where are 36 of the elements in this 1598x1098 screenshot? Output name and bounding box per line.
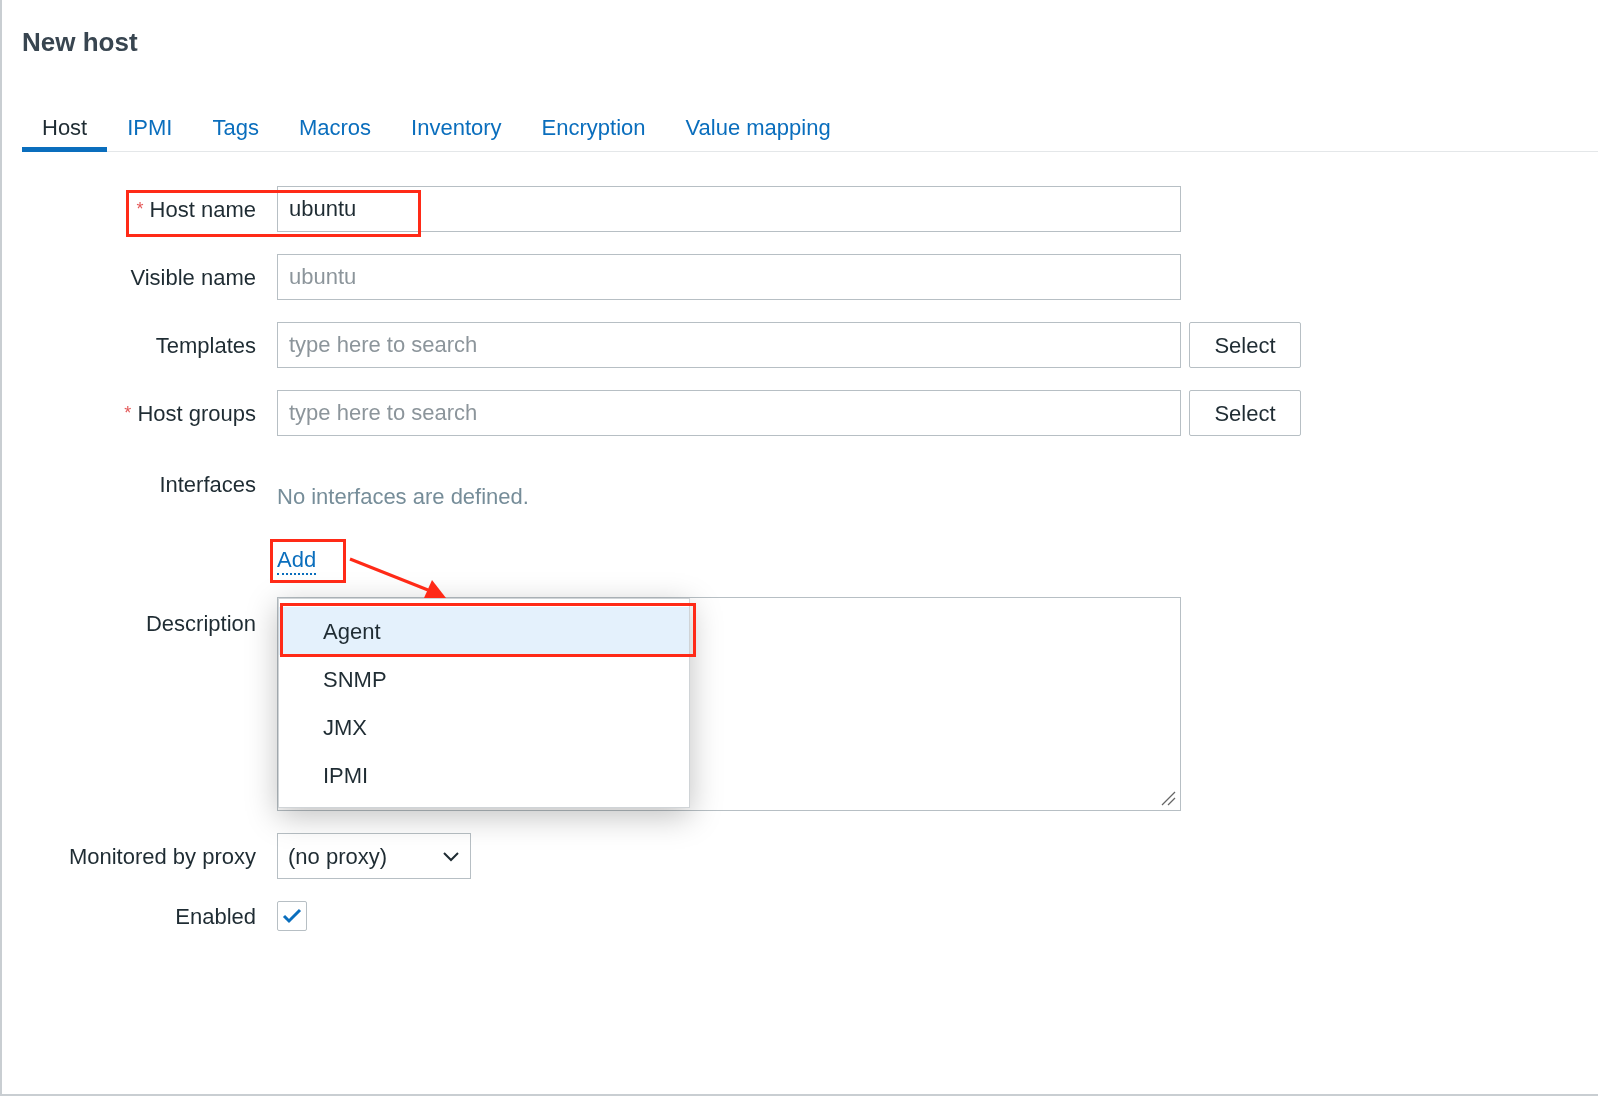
description-textarea[interactable] — [277, 597, 1181, 811]
tab[interactable]: IPMI — [107, 108, 193, 152]
text-input[interactable]: ubuntu — [277, 186, 1181, 232]
tab[interactable]: Value mapping — [665, 108, 851, 152]
field-label: Interfaces — [159, 471, 256, 499]
menu-item[interactable]: JMX — [279, 703, 689, 751]
required-asterisk: * — [136, 197, 144, 221]
field-label: Templates — [155, 331, 256, 360]
menu-item[interactable]: Agent — [279, 607, 689, 655]
required-asterisk: * — [124, 401, 132, 425]
field-label: Monitored by proxy — [68, 842, 256, 871]
tab[interactable]: Inventory — [391, 108, 522, 152]
empty-message: No interfaces are defined. — [277, 483, 529, 511]
chevron-down-icon — [442, 850, 460, 862]
text-input[interactable]: ubuntu — [277, 254, 1181, 300]
tab[interactable]: Macros — [278, 108, 392, 152]
add-link[interactable]: Add — [277, 547, 317, 575]
tab[interactable]: Tags — [192, 108, 279, 152]
menu-item[interactable]: SNMP — [279, 655, 689, 703]
tab[interactable]: Host — [22, 108, 108, 152]
select-button[interactable]: Select — [1189, 322, 1301, 368]
checkmark-icon — [282, 908, 302, 924]
field-label: Description — [145, 610, 256, 638]
field-label: Host name — [149, 195, 256, 224]
tab[interactable]: Encryption — [521, 108, 666, 152]
field-label: Visible name — [130, 263, 256, 292]
page-title: New host — [22, 26, 138, 58]
field-label: Host groups — [137, 399, 256, 428]
search-field[interactable]: type here to search — [277, 322, 1181, 368]
resize-handle-icon[interactable] — [1160, 790, 1176, 806]
enabled-checkbox[interactable] — [277, 901, 307, 931]
select-button[interactable]: Select — [1189, 390, 1301, 436]
field-label: Enabled — [175, 902, 256, 931]
proxy-select[interactable]: (no proxy) — [277, 833, 471, 879]
search-field[interactable]: type here to search — [277, 390, 1181, 436]
menu-item[interactable]: IPMI — [279, 751, 689, 799]
